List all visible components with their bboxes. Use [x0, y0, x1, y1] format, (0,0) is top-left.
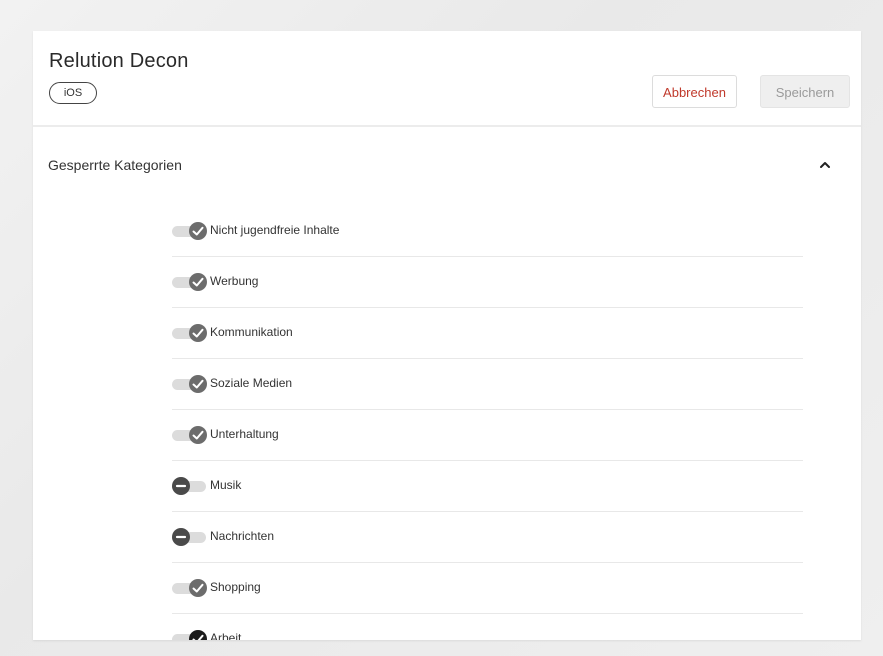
category-row: Nicht jugendfreie Inhalte [172, 206, 803, 257]
category-row: Werbung [172, 257, 803, 308]
card-header: Relution Decon iOS Abbrechen Speichern [33, 31, 861, 127]
check-icon [189, 630, 207, 640]
category-toggle[interactable] [172, 375, 208, 393]
category-toggle[interactable] [172, 477, 208, 495]
minus-icon [172, 477, 190, 495]
category-toggle[interactable] [172, 528, 208, 546]
category-row: Shopping [172, 563, 803, 614]
save-button[interactable]: Speichern [760, 75, 850, 108]
check-icon [189, 579, 207, 597]
check-icon [189, 222, 207, 240]
check-icon [189, 375, 207, 393]
category-toggle[interactable] [172, 324, 208, 342]
check-icon [189, 426, 207, 444]
section-title: Gesperrte Kategorien [48, 157, 182, 173]
category-row: Arbeit [172, 614, 803, 640]
category-row: Nachrichten [172, 512, 803, 563]
category-toggle[interactable] [172, 630, 208, 640]
category-label: Nicht jugendfreie Inhalte [210, 223, 340, 237]
cancel-button[interactable]: Abbrechen [652, 75, 737, 108]
category-toggle[interactable] [172, 579, 208, 597]
category-label: Shopping [210, 580, 261, 594]
category-label: Arbeit [210, 631, 242, 640]
check-icon [189, 324, 207, 342]
category-label: Nachrichten [210, 529, 275, 543]
category-label: Werbung [210, 274, 259, 288]
category-row: Soziale Medien [172, 359, 803, 410]
category-label: Soziale Medien [210, 376, 293, 390]
page-title: Relution Decon [49, 50, 189, 72]
category-row: Unterhaltung [172, 410, 803, 461]
category-label: Musik [210, 478, 242, 492]
platform-badge: iOS [49, 82, 97, 104]
page-background: Relution Decon iOS Abbrechen Speichern G… [0, 0, 883, 656]
category-list: Nicht jugendfreie Inhalte Werbung Kommunik… [172, 206, 803, 640]
category-label: Unterhaltung [210, 427, 279, 441]
profile-card: Relution Decon iOS Abbrechen Speichern G… [33, 31, 861, 640]
category-label: Kommunikation [210, 325, 293, 339]
category-toggle[interactable] [172, 273, 208, 291]
category-row: Kommunikation [172, 308, 803, 359]
category-toggle[interactable] [172, 426, 208, 444]
category-toggle[interactable] [172, 222, 208, 240]
category-row: Musik [172, 461, 803, 512]
chevron-up-icon[interactable] [819, 159, 831, 171]
minus-icon [172, 528, 190, 546]
blocked-categories-section-header[interactable]: Gesperrte Kategorien [33, 127, 861, 203]
check-icon [189, 273, 207, 291]
